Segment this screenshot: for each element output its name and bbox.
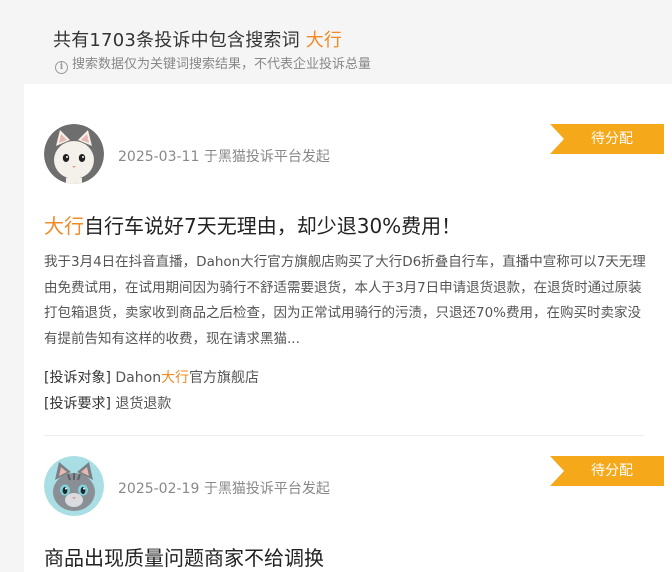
white-cat-avatar[interactable] <box>44 124 104 184</box>
target-label: [投诉对象] <box>44 370 111 386</box>
demand-label: [投诉要求] <box>44 396 111 412</box>
status-badge: 待分配 <box>550 124 664 154</box>
complaint-title[interactable]: 大行自行车说好7天无理由，却少退30%费用！ <box>44 210 461 239</box>
complaint-item[interactable]: 2025-02-19 于黑猫投诉平台发起 待分配 商品出现质量问题商家不给调换 <box>44 436 664 572</box>
info-icon: i <box>55 61 68 74</box>
demand-value: 退货退款 <box>115 396 172 412</box>
title-keyword: 大行 <box>44 214 84 238</box>
complaint-demand: [投诉要求] 退货退款 <box>44 393 171 413</box>
target-company-prefix: Dahon <box>115 370 162 386</box>
complaint-source: 于黑猫投诉平台发起 <box>203 481 330 497</box>
complaint-item[interactable]: 2025-03-11 于黑猫投诉平台发起 待分配 大行自行车说好7天无理由，却少… <box>44 84 664 434</box>
complaint-target: [投诉对象] Dahon大行官方旗舰店 <box>44 367 259 387</box>
target-company-suffix: 官方旗舰店 <box>189 370 260 386</box>
status-badge: 待分配 <box>550 456 664 486</box>
result-count-text: 共有1703条投诉中包含搜索词 <box>53 30 300 51</box>
disclaimer-text: 搜索数据仅为关键词搜索结果，不代表企业投诉总量 <box>72 57 372 72</box>
complaint-title[interactable]: 商品出现质量问题商家不给调换 <box>44 542 324 571</box>
target-company-link[interactable]: Dahon大行官方旗舰店 <box>115 370 259 386</box>
page: 共有1703条投诉中包含搜索词 大行 i 搜索数据仅为关键词搜索结果，不代表企业投… <box>0 0 672 572</box>
search-keyword: 大行 <box>305 30 343 51</box>
complaint-meta: 2025-03-11 于黑猫投诉平台发起 <box>118 146 330 166</box>
target-company-keyword: 大行 <box>161 370 190 386</box>
search-disclaimer: i 搜索数据仅为关键词搜索结果，不代表企业投诉总量 <box>55 53 371 74</box>
search-summary: 共有1703条投诉中包含搜索词 大行 i 搜索数据仅为关键词搜索结果，不代表企业投… <box>24 12 672 74</box>
gray-cat-avatar[interactable] <box>44 456 104 516</box>
complaint-source: 于黑猫投诉平台发起 <box>203 149 330 165</box>
complaint-description[interactable]: 我于3月4日在抖音直播，Dahon大行官方旗舰店购买了大行D6折叠自行车，直播中… <box>44 250 648 352</box>
complaint-meta: 2025-02-19 于黑猫投诉平台发起 <box>118 478 330 498</box>
title-text: 自行车说好7天无理由，却少退30%费用！ <box>84 214 462 238</box>
complaint-date: 2025-02-19 <box>118 481 200 497</box>
search-result-count: 共有1703条投诉中包含搜索词 大行 <box>53 26 342 52</box>
complaint-list: 2025-03-11 于黑猫投诉平台发起 待分配 大行自行车说好7天无理由，却少… <box>24 84 672 572</box>
complaint-date: 2025-03-11 <box>118 149 200 165</box>
